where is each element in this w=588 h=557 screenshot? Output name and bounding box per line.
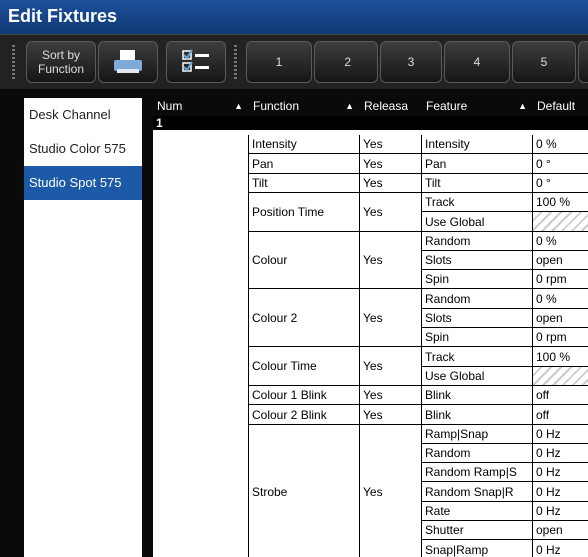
- feature-cell[interactable]: Slots: [422, 251, 533, 270]
- column-header-label: Num: [157, 99, 183, 113]
- default-cell[interactable]: 0 °: [533, 154, 588, 174]
- column-header-feature[interactable]: Feature ▲: [422, 96, 533, 116]
- column-header-release[interactable]: Releasa: [360, 96, 422, 116]
- default-cell[interactable]: 0 Hz: [533, 482, 588, 502]
- sort-by-function-button[interactable]: Sort by Function: [26, 41, 96, 83]
- sidebar-item-desk-channel[interactable]: Desk Channel: [24, 98, 142, 132]
- toolbar: Sort by Function 1 2 3 4 5: [0, 34, 588, 89]
- default-cell[interactable]: 0 Hz: [533, 463, 588, 482]
- default-cell[interactable]: 0 Hz: [533, 540, 588, 557]
- function-cell[interactable]: Intensity: [249, 135, 360, 154]
- window-title: Edit Fixtures: [8, 6, 118, 26]
- release-cell[interactable]: Yes: [360, 386, 422, 405]
- default-cell[interactable]: open: [533, 251, 588, 270]
- default-cell[interactable]: 100 %: [533, 193, 588, 212]
- release-cell[interactable]: Yes: [360, 232, 422, 289]
- fixture-table: Num ▲ Function ▲ Releasa Feature ▲ Defau…: [153, 96, 588, 557]
- feature-cell[interactable]: Intensity: [422, 135, 533, 154]
- release-cell[interactable]: Yes: [360, 174, 422, 193]
- default-cell[interactable]: open: [533, 309, 588, 328]
- page-3-button[interactable]: 3: [380, 41, 442, 83]
- feature-cell[interactable]: Slots: [422, 309, 533, 328]
- sidebar-item-studio-color-575[interactable]: Studio Color 575: [24, 132, 142, 166]
- release-cell[interactable]: Yes: [360, 425, 422, 557]
- feature-cell[interactable]: Shutter: [422, 521, 533, 540]
- group-number-row: 1: [153, 116, 588, 130]
- default-cell[interactable]: off: [533, 405, 588, 425]
- feature-cell[interactable]: Tilt: [422, 174, 533, 193]
- feature-cell[interactable]: Use Global: [422, 367, 533, 386]
- function-cell[interactable]: Strobe: [249, 425, 360, 557]
- print-icon: [114, 50, 142, 73]
- page-next-button[interactable]: [578, 41, 588, 83]
- feature-cell[interactable]: Random: [422, 289, 533, 309]
- table-header: Num ▲ Function ▲ Releasa Feature ▲ Defau…: [153, 96, 588, 116]
- default-cell[interactable]: 0 rpm: [533, 328, 588, 347]
- page-5-button[interactable]: 5: [512, 41, 576, 83]
- function-cell[interactable]: Colour 2 Blink: [249, 405, 360, 425]
- default-cell[interactable]: 0 %: [533, 135, 588, 154]
- default-cell[interactable]: 0 Hz: [533, 502, 588, 521]
- column-header-num[interactable]: Num ▲: [153, 96, 249, 116]
- release-cell[interactable]: Yes: [360, 193, 422, 232]
- default-cell[interactable]: off: [533, 386, 588, 405]
- release-cell[interactable]: Yes: [360, 289, 422, 347]
- default-cell[interactable]: 0 Hz: [533, 425, 588, 444]
- feature-cell[interactable]: Track: [422, 193, 533, 212]
- column-divider: [248, 135, 249, 557]
- default-cell[interactable]: [533, 212, 588, 232]
- feature-cell[interactable]: Use Global: [422, 212, 533, 232]
- column-header-function[interactable]: Function ▲: [249, 96, 360, 116]
- feature-cell[interactable]: Random Ramp|S: [422, 463, 533, 482]
- feature-cell[interactable]: Spin: [422, 328, 533, 347]
- checklist-icon: [182, 49, 209, 72]
- print-button[interactable]: [98, 41, 158, 83]
- feature-cell[interactable]: Spin: [422, 270, 533, 289]
- feature-cell[interactable]: Pan: [422, 154, 533, 174]
- release-cell[interactable]: Yes: [360, 135, 422, 154]
- column-header-label: Function: [253, 99, 300, 113]
- function-cell[interactable]: Colour: [249, 232, 360, 289]
- column-header-label: Feature: [426, 99, 468, 113]
- feature-cell[interactable]: Random: [422, 232, 533, 251]
- page-2-button[interactable]: 2: [314, 41, 378, 83]
- feature-cell[interactable]: Track: [422, 347, 533, 367]
- default-cell[interactable]: 100 %: [533, 347, 588, 367]
- checklist-button[interactable]: [166, 41, 226, 83]
- feature-cell[interactable]: Blink: [422, 405, 533, 425]
- function-cell[interactable]: Colour Time: [249, 347, 360, 386]
- default-cell[interactable]: 0 °: [533, 174, 588, 193]
- sidebar-item-studio-spot-575[interactable]: Studio Spot 575: [24, 166, 142, 200]
- release-cell[interactable]: Yes: [360, 405, 422, 425]
- sort-ascending-icon: ▲: [518, 101, 527, 111]
- function-cell[interactable]: Colour 2: [249, 289, 360, 347]
- default-cell[interactable]: [533, 367, 588, 386]
- toolbar-grip[interactable]: [234, 45, 237, 79]
- column-header-default[interactable]: Default: [533, 96, 588, 116]
- default-cell[interactable]: 0 rpm: [533, 270, 588, 289]
- default-cell[interactable]: 0 %: [533, 232, 588, 251]
- function-cell[interactable]: Pan: [249, 154, 360, 174]
- default-cell[interactable]: 0 Hz: [533, 444, 588, 463]
- feature-cell[interactable]: Blink: [422, 386, 533, 405]
- sort-ascending-icon: ▲: [345, 101, 354, 111]
- sort-ascending-icon: ▲: [234, 101, 243, 111]
- window-title-bar: Edit Fixtures: [0, 0, 588, 34]
- feature-cell[interactable]: Random Snap|R: [422, 482, 533, 502]
- page-1-button[interactable]: 1: [246, 41, 312, 83]
- function-cell[interactable]: Colour 1 Blink: [249, 386, 360, 405]
- feature-cell[interactable]: Random: [422, 444, 533, 463]
- function-cell[interactable]: Tilt: [249, 174, 360, 193]
- default-cell[interactable]: open: [533, 521, 588, 540]
- fixture-type-list: Desk Channel Studio Color 575 Studio Spo…: [24, 98, 142, 557]
- feature-cell[interactable]: Rate: [422, 502, 533, 521]
- release-cell[interactable]: Yes: [360, 154, 422, 174]
- feature-cell[interactable]: Ramp|Snap: [422, 425, 533, 444]
- function-cell[interactable]: Position Time: [249, 193, 360, 232]
- toolbar-grip[interactable]: [12, 45, 15, 79]
- release-cell[interactable]: Yes: [360, 347, 422, 386]
- page-4-button[interactable]: 4: [444, 41, 510, 83]
- default-cell[interactable]: 0 %: [533, 289, 588, 309]
- feature-cell[interactable]: Snap|Ramp: [422, 540, 533, 557]
